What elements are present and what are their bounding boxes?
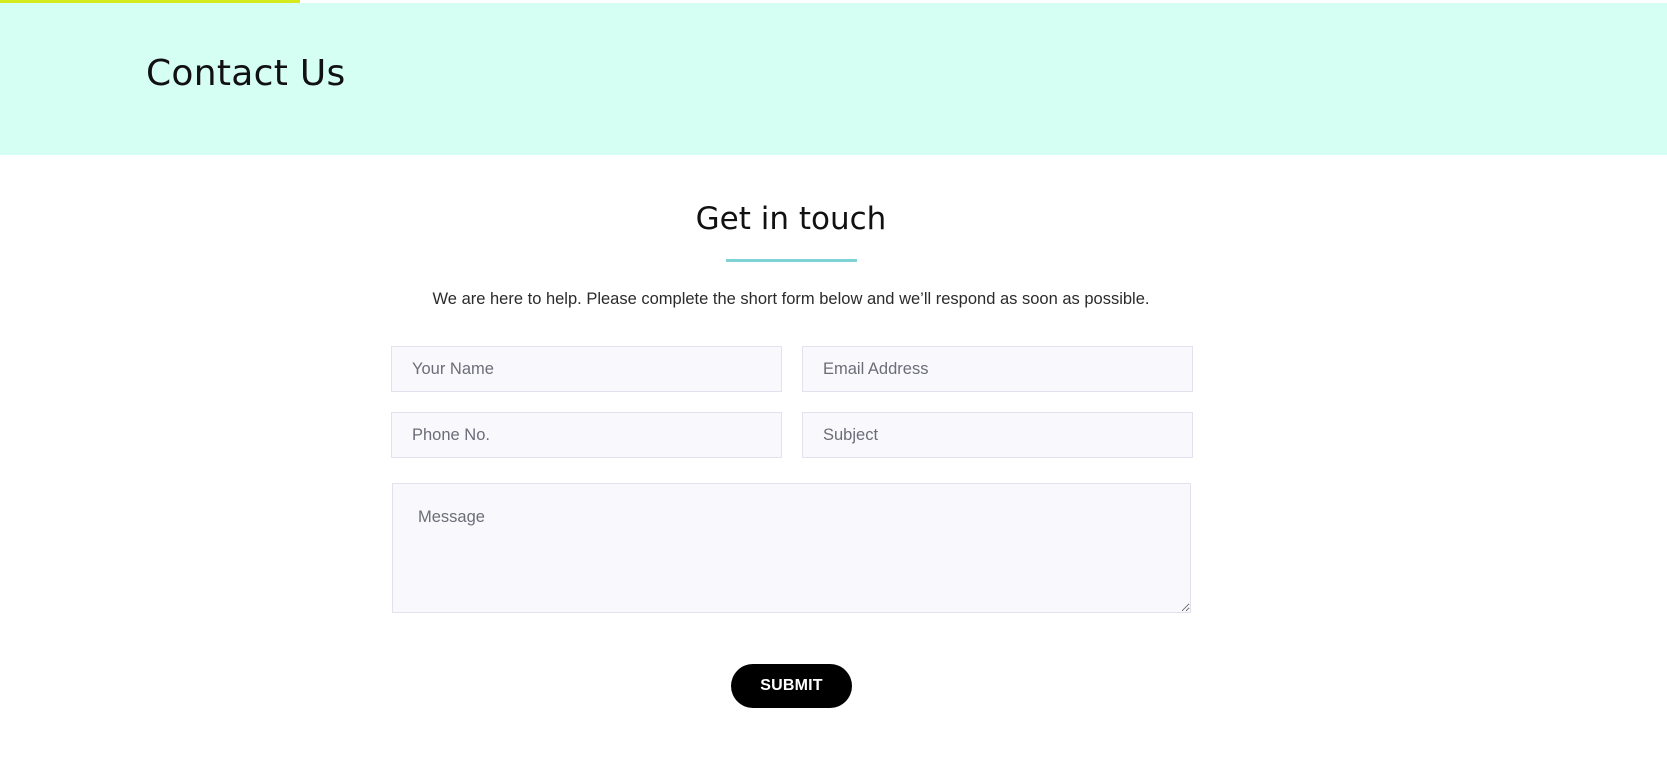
submit-button[interactable]: SUBMIT: [731, 664, 852, 708]
name-field[interactable]: [391, 346, 782, 392]
section-heading: Get in touch: [695, 201, 887, 237]
message-field[interactable]: [392, 483, 1191, 613]
intro-text: We are here to help. Please complete the…: [432, 290, 1150, 308]
phone-field[interactable]: [391, 412, 782, 458]
page-title: Contact Us: [146, 53, 346, 94]
page-header-banner: Contact Us: [0, 3, 1667, 155]
subject-field[interactable]: [802, 412, 1193, 458]
email-field[interactable]: [802, 346, 1193, 392]
heading-underline: [726, 259, 857, 262]
